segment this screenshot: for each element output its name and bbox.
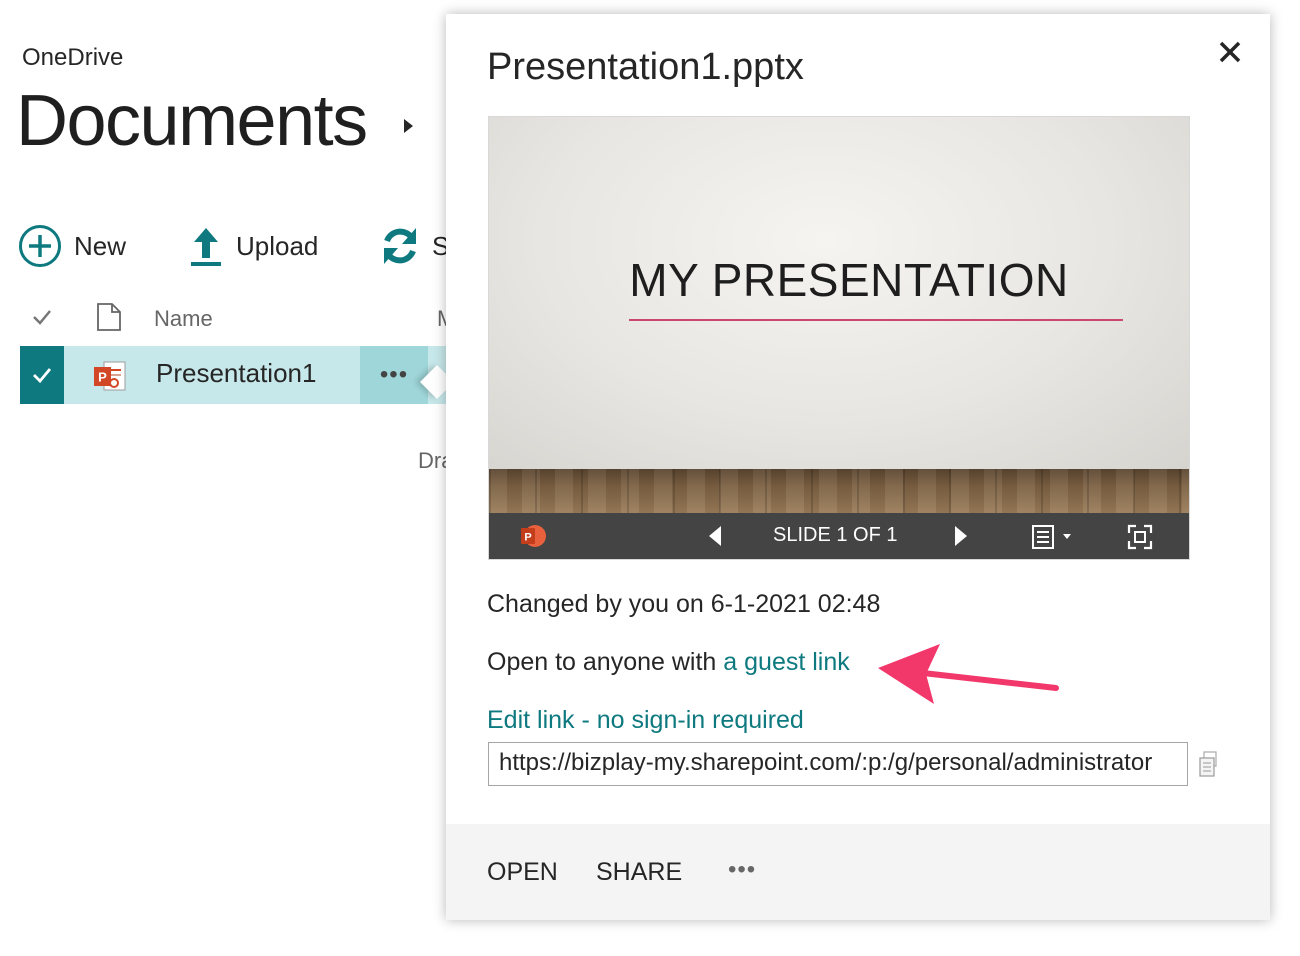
footer-more-button[interactable]: •••: [728, 856, 756, 884]
drag-hint: Dra: [418, 448, 446, 473]
page-title: Documents: [16, 81, 368, 161]
open-button[interactable]: OPEN: [487, 858, 558, 887]
callout-footer: [446, 824, 1270, 920]
sync-icon: [384, 228, 416, 264]
plus-circle-icon: [19, 225, 61, 267]
next-slide-icon[interactable]: [955, 526, 967, 546]
sharing-info: Open to anyone with a guest link: [487, 648, 850, 677]
sync-label: S: [432, 230, 446, 261]
powerpoint-icon: P: [92, 360, 128, 397]
slide-floor-image: [489, 469, 1189, 513]
annotation-arrow-icon: [878, 644, 1059, 704]
share-url-input[interactable]: [489, 743, 1189, 783]
slide-preview[interactable]: MY PRESENTATION P SLIDE 1 OF 1: [488, 116, 1190, 560]
changed-info: Changed by you on 6-1-2021 02:48: [487, 590, 881, 618]
app-brand[interactable]: OneDrive: [22, 44, 123, 72]
column-header-name[interactable]: Name: [154, 306, 213, 332]
sync-button[interactable]: S: [380, 222, 446, 270]
edit-link-label[interactable]: Edit link - no sign-in required: [487, 706, 804, 735]
guest-link[interactable]: a guest link: [723, 648, 849, 676]
upload-label: Upload: [236, 230, 319, 261]
svg-text:P: P: [524, 532, 531, 544]
prev-slide-icon[interactable]: [709, 526, 721, 546]
select-all-check-icon[interactable]: [30, 305, 54, 334]
chevron-right-icon[interactable]: [404, 119, 413, 133]
new-label: New: [74, 230, 127, 261]
powerpoint-logo-icon: P: [519, 523, 547, 549]
share-url-field[interactable]: [488, 742, 1189, 786]
close-icon[interactable]: [1214, 36, 1246, 68]
fullscreen-icon[interactable]: [1127, 524, 1153, 555]
upload-icon: [191, 228, 221, 266]
column-header-modified[interactable]: M: [437, 306, 446, 332]
copy-icon[interactable]: [1198, 750, 1218, 783]
upload-button[interactable]: Upload: [188, 222, 318, 270]
row-file-name[interactable]: Presentation1: [156, 358, 316, 389]
row-check-icon[interactable]: [20, 346, 64, 404]
notes-icon[interactable]: [1031, 524, 1079, 555]
new-button[interactable]: New: [18, 222, 126, 270]
callout-file-title[interactable]: Presentation1.pptx: [487, 46, 804, 89]
sharing-text: Open to anyone with: [487, 648, 724, 676]
preview-toolbar: P SLIDE 1 OF 1: [489, 513, 1189, 559]
slide-title: MY PRESENTATION: [629, 254, 1069, 306]
file-type-header-icon: [96, 302, 122, 337]
slide-counter: SLIDE 1 OF 1: [773, 524, 898, 546]
row-more-button[interactable]: •••: [360, 346, 428, 404]
slide-title-underline: [629, 319, 1123, 321]
share-button[interactable]: SHARE: [596, 858, 682, 887]
svg-text:P: P: [98, 370, 107, 385]
